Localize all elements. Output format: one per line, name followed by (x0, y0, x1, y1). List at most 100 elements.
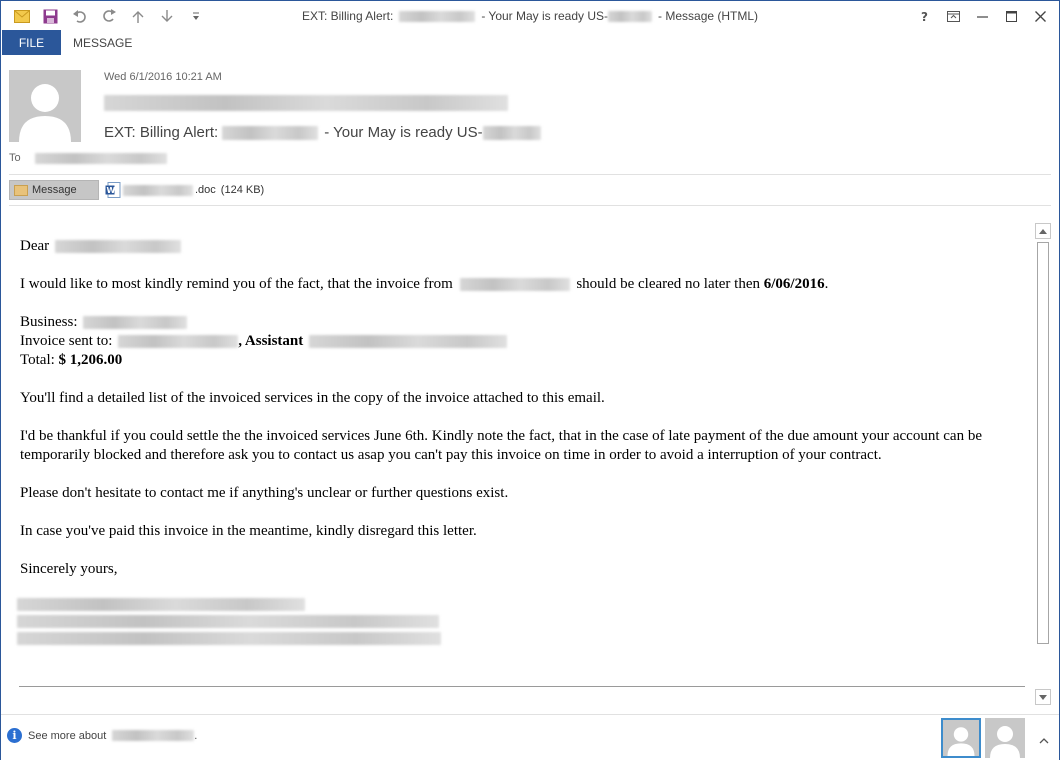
redacted-signature-line (17, 598, 305, 611)
business-line: Business: (20, 313, 1030, 332)
undo-icon[interactable] (65, 6, 94, 26)
window-controls: ? (910, 4, 1055, 28)
redacted-name (399, 10, 476, 22)
scroll-thumb[interactable] (1037, 242, 1049, 644)
minimize-icon[interactable] (968, 4, 997, 28)
closing: Sincerely yours, (20, 561, 118, 577)
maximize-icon[interactable] (997, 4, 1026, 28)
redacted-subject-id (482, 125, 541, 140)
to-label: To (9, 152, 21, 164)
title-bar: EXT: Billing Alert: - Your May is ready … (1, 1, 1059, 31)
redacted-invoice-recipient (118, 335, 239, 349)
body-horizontal-rule (19, 686, 1025, 687)
sent-date: Wed 6/1/2016 10:21 AM (104, 71, 222, 83)
people-pane: i See more about . (1, 714, 1059, 760)
redacted-sender (104, 95, 508, 111)
title-middle: - Your May is ready US- (481, 9, 609, 23)
word-doc-icon: W (105, 182, 121, 198)
see-more-end: . (194, 729, 198, 742)
envelope-icon[interactable] (7, 6, 36, 26)
sender-redacted[interactable] (104, 95, 508, 111)
redacted-signature-line (17, 615, 439, 628)
message-header: Wed 6/1/2016 10:21 AM EXT: Billing Alert… (1, 55, 1059, 206)
message-attachment-tab[interactable]: Message (9, 180, 99, 200)
redacted-signature-line (17, 632, 441, 645)
subject-middle: - Your May is ready US- (324, 124, 483, 141)
body-content: Dear I would like to most kindly remind … (17, 237, 1030, 645)
chevron-down-icon (1039, 694, 1047, 700)
attachment-note: You'll find a detailed list of the invoi… (20, 390, 605, 406)
person-silhouette-icon (943, 720, 979, 756)
reminder-end: . (824, 276, 829, 292)
scroll-up-button[interactable] (1035, 223, 1051, 239)
message-attachment-label: Message (32, 184, 77, 196)
greeting: Dear (20, 238, 50, 254)
ribbon-tabs: FILE MESSAGE (1, 30, 1059, 55)
chevron-up-icon (1039, 228, 1047, 234)
total-line: Total: $ 1,206.00 (20, 351, 1030, 370)
total-value: $ 1,206.00 (58, 352, 123, 368)
scroll-down-button[interactable] (1035, 689, 1051, 705)
sender-avatar[interactable] (9, 70, 81, 142)
person-silhouette-icon (985, 718, 1025, 758)
redacted-filename (123, 184, 193, 196)
doc-attachment[interactable]: W .doc (124 KB) (105, 182, 264, 198)
title-prefix: EXT: Billing Alert: (301, 9, 394, 23)
contact-note: Please don't hesitate to contact me if a… (20, 485, 509, 501)
redacted-title (309, 335, 508, 349)
message-body[interactable]: Dear I would like to most kindly remind … (1, 223, 1035, 711)
info-icon: i (7, 728, 22, 743)
person-thumbnail-selected[interactable] (941, 718, 981, 758)
redacted-subject-name (222, 125, 319, 140)
doc-extension: .doc (195, 184, 216, 196)
subject-prefix: EXT: Billing Alert: (104, 124, 219, 141)
folder-envelope-icon (14, 184, 28, 196)
header-divider (9, 174, 1051, 175)
assistant-label: , Assistant (238, 333, 304, 349)
svg-text:?: ? (921, 10, 928, 23)
invoice-sent-label: Invoice sent to: (20, 333, 113, 349)
reminder-paragraph: I would like to most kindly remind you o… (20, 275, 1030, 294)
person-thumbnail[interactable] (985, 718, 1025, 758)
due-date: 6/06/2016 (763, 276, 825, 292)
payment-warning: I'd be thankful if you could settle the … (20, 428, 982, 463)
greeting-paragraph: Dear (20, 237, 1030, 256)
disregard-note: In case you've paid this invoice in the … (20, 523, 477, 539)
doc-size: (124 KB) (220, 184, 265, 196)
redacted-company (459, 278, 570, 292)
redo-icon[interactable] (94, 6, 123, 26)
total-label: Total: (20, 352, 55, 368)
business-label: Business: (20, 314, 78, 330)
attachment-bar: Message W .doc (124 KB) (9, 179, 264, 201)
quick-access-toolbar (7, 6, 210, 26)
expand-people-pane-icon[interactable] (1039, 733, 1049, 747)
reminder-text: I would like to most kindly remind you o… (20, 276, 453, 292)
title-suffix: - Message (HTML) (658, 9, 759, 23)
restore-ribbon-icon[interactable] (939, 4, 968, 28)
reminder-text-after: should be cleared no later then (576, 276, 761, 292)
outlook-message-window: EXT: Billing Alert: - Your May is ready … (0, 0, 1060, 760)
signature-redacted (17, 598, 1030, 645)
svg-text:W: W (107, 186, 116, 195)
see-more-about[interactable]: i See more about . (7, 728, 197, 743)
save-icon[interactable] (36, 6, 65, 26)
invoice-details: Business: Invoice sent to: , Assistant T… (20, 313, 1030, 370)
down-arrow-icon[interactable] (152, 6, 181, 26)
help-icon[interactable]: ? (910, 4, 939, 28)
redacted-id (608, 10, 653, 22)
redacted-recipient[interactable] (34, 152, 167, 164)
redacted-contact (112, 730, 195, 741)
to-row: To (9, 152, 167, 164)
up-arrow-icon[interactable] (123, 6, 152, 26)
person-silhouette-icon (9, 70, 81, 142)
tab-message[interactable]: MESSAGE (73, 30, 132, 55)
vertical-scrollbar[interactable] (1035, 223, 1051, 705)
tab-file[interactable]: FILE (2, 30, 61, 55)
close-icon[interactable] (1026, 4, 1055, 28)
attachment-divider (9, 205, 1051, 206)
people-thumbnails (941, 718, 1025, 758)
customize-icon[interactable] (181, 6, 210, 26)
redacted-business (83, 316, 188, 330)
see-more-label: See more about (28, 729, 107, 742)
invoice-sent-line: Invoice sent to: , Assistant (20, 332, 1030, 351)
